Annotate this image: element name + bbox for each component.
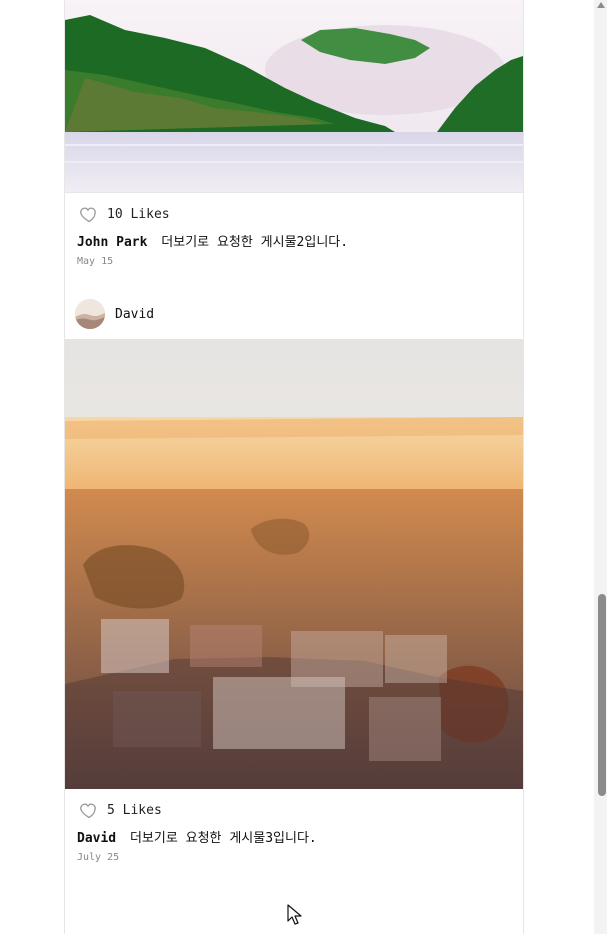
chevron-up-icon[interactable]: [597, 2, 605, 8]
caption-username[interactable]: John Park: [77, 235, 147, 250]
post-image-city[interactable]: [65, 339, 523, 789]
likes-count: 10 Likes: [107, 206, 170, 222]
likes-count: 5 Likes: [107, 802, 162, 818]
mouse-cursor-icon: [287, 904, 302, 925]
heart-icon[interactable]: [79, 800, 99, 820]
post-date: July 25: [77, 852, 120, 863]
city-image: [65, 339, 523, 789]
feed: 10 Likes John Park 더보기로 요청한 게시물2입니다. May…: [64, 0, 524, 934]
avatar[interactable]: [75, 299, 105, 329]
caption-text: 더보기로 요청한 게시물2입니다.: [161, 235, 349, 250]
post-image-landscape[interactable]: [65, 0, 523, 193]
page: 10 Likes John Park 더보기로 요청한 게시물2입니다. May…: [0, 0, 607, 934]
caption-username[interactable]: David: [77, 831, 116, 846]
post-header: David: [75, 299, 154, 329]
landscape-image: [65, 0, 523, 192]
post-actions: 5 Likes: [79, 800, 162, 820]
post-actions: 10 Likes: [79, 204, 170, 224]
post-caption: David 더보기로 요청한 게시물3입니다.: [77, 827, 317, 846]
avatar-image: [75, 299, 105, 329]
heart-icon[interactable]: [79, 204, 99, 224]
post-caption: John Park 더보기로 요청한 게시물2입니다.: [77, 231, 348, 250]
scrollbar-thumb[interactable]: [598, 594, 606, 796]
post-date: May 15: [77, 256, 114, 267]
caption-text: 더보기로 요청한 게시물3입니다.: [129, 831, 317, 846]
post-username[interactable]: David: [115, 307, 154, 322]
